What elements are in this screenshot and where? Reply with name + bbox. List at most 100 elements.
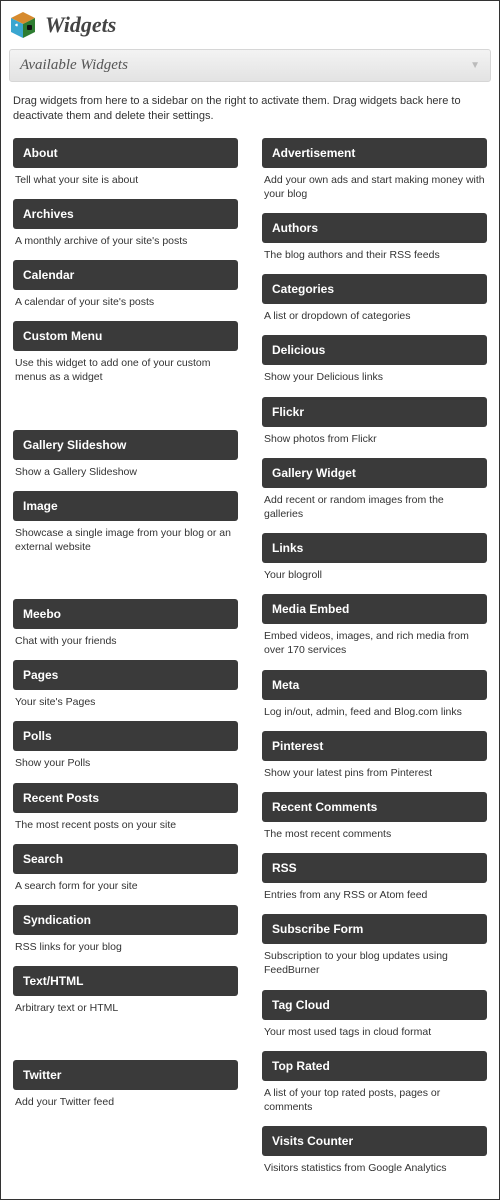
widgets-right-column: AdvertisementAdd your own ads and start … [262,138,487,1188]
widget-description: Chat with your friends [13,629,238,650]
widget-gallery-widget[interactable]: Gallery WidgetAdd recent or random image… [262,458,487,523]
widget-description: Show your Delicious links [262,365,487,386]
widget-title[interactable]: Visits Counter [262,1126,487,1156]
widget-title[interactable]: Twitter [13,1060,238,1090]
widget-calendar[interactable]: CalendarA calendar of your site's posts [13,260,238,311]
widget-description: Log in/out, admin, feed and Blog.com lin… [262,700,487,721]
widget-description: RSS links for your blog [13,935,238,956]
widget-text-html[interactable]: Text/HTMLArbitrary text or HTML [13,966,238,1017]
widgets-logo-icon [9,11,37,39]
widget-delicious[interactable]: DeliciousShow your Delicious links [262,335,487,386]
widget-title[interactable]: Calendar [13,260,238,290]
widget-flickr[interactable]: FlickrShow photos from Flickr [262,397,487,448]
widget-description: Show a Gallery Slideshow [13,460,238,481]
widget-title[interactable]: Pages [13,660,238,690]
widget-authors[interactable]: AuthorsThe blog authors and their RSS fe… [262,213,487,264]
widget-title[interactable]: Text/HTML [13,966,238,996]
page-frame: Widgets Available Widgets ▼ Drag widgets… [0,0,500,1200]
widget-description: A monthly archive of your site's posts [13,229,238,250]
widget-title[interactable]: Gallery Widget [262,458,487,488]
widget-title[interactable]: Recent Comments [262,792,487,822]
widget-recent-comments[interactable]: Recent CommentsThe most recent comments [262,792,487,843]
widget-rss[interactable]: RSSEntries from any RSS or Atom feed [262,853,487,904]
widget-tag-cloud[interactable]: Tag CloudYour most used tags in cloud fo… [262,990,487,1041]
widget-categories[interactable]: CategoriesA list or dropdown of categori… [262,274,487,325]
widget-about[interactable]: AboutTell what your site is about [13,138,238,189]
widget-description: Tell what your site is about [13,168,238,189]
widget-title[interactable]: Syndication [13,905,238,935]
widget-image[interactable]: ImageShowcase a single image from your b… [13,491,238,556]
widget-search[interactable]: SearchA search form for your site [13,844,238,895]
widget-gallery-slideshow[interactable]: Gallery SlideshowShow a Gallery Slidesho… [13,430,238,481]
widget-links[interactable]: LinksYour blogroll [262,533,487,584]
widget-title[interactable]: Polls [13,721,238,751]
widget-description: Visitors statistics from Google Analytic… [262,1156,487,1177]
page-header: Widgets [9,5,491,49]
widget-description: The most recent posts on your site [13,813,238,834]
widget-title[interactable]: Recent Posts [13,783,238,813]
widget-description: Entries from any RSS or Atom feed [262,883,487,904]
widget-description: Use this widget to add one of your custo… [13,351,238,386]
widget-description: The blog authors and their RSS feeds [262,243,487,264]
widget-title[interactable]: Meebo [13,599,238,629]
widget-description: A search form for your site [13,874,238,895]
widgets-grid: AboutTell what your site is about Archive… [9,138,491,1188]
widget-description: Your most used tags in cloud format [262,1020,487,1041]
widget-description: Showcase a single image from your blog o… [13,521,238,556]
widget-visits-counter[interactable]: Visits CounterVisitors statistics from G… [262,1126,487,1177]
available-widgets-header[interactable]: Available Widgets ▼ [9,49,491,82]
widget-syndication[interactable]: SyndicationRSS links for your blog [13,905,238,956]
widget-meebo[interactable]: MeeboChat with your friends [13,599,238,650]
widget-description: Embed videos, images, and rich media fro… [262,624,487,659]
widget-pages[interactable]: PagesYour site's Pages [13,660,238,711]
widget-title[interactable]: Media Embed [262,594,487,624]
widget-description: A calendar of your site's posts [13,290,238,311]
widget-recent-posts[interactable]: Recent PostsThe most recent posts on you… [13,783,238,834]
widget-title[interactable]: Pinterest [262,731,487,761]
widget-title[interactable]: Delicious [262,335,487,365]
widget-polls[interactable]: PollsShow your Polls [13,721,238,772]
widgets-left-column: AboutTell what your site is about Archive… [13,138,238,1188]
widget-description: Add your Twitter feed [13,1090,238,1111]
widget-title[interactable]: Flickr [262,397,487,427]
instructions-text: Drag widgets from here to a sidebar on t… [9,82,491,138]
widget-title[interactable]: Gallery Slideshow [13,430,238,460]
widget-title[interactable]: Authors [262,213,487,243]
widget-title[interactable]: Top Rated [262,1051,487,1081]
widget-title[interactable]: Search [13,844,238,874]
widget-meta[interactable]: MetaLog in/out, admin, feed and Blog.com… [262,670,487,721]
widget-pinterest[interactable]: PinterestShow your latest pins from Pint… [262,731,487,782]
widget-title[interactable]: Tag Cloud [262,990,487,1020]
widget-description: Arbitrary text or HTML [13,996,238,1017]
widget-description: Show photos from Flickr [262,427,487,448]
widget-description: A list or dropdown of categories [262,304,487,325]
widget-title[interactable]: About [13,138,238,168]
section-title: Available Widgets [20,57,128,74]
widget-description: Your blogroll [262,563,487,584]
widget-twitter[interactable]: TwitterAdd your Twitter feed [13,1060,238,1111]
widget-description: Your site's Pages [13,690,238,711]
widget-media-embed[interactable]: Media EmbedEmbed videos, images, and ric… [262,594,487,659]
widget-title[interactable]: Custom Menu [13,321,238,351]
widget-title[interactable]: Advertisement [262,138,487,168]
widget-title[interactable]: Meta [262,670,487,700]
chevron-down-icon: ▼ [470,60,480,71]
widget-subscribe-form[interactable]: Subscribe FormSubscription to your blog … [262,914,487,979]
widget-title[interactable]: Image [13,491,238,521]
widget-description: Show your latest pins from Pinterest [262,761,487,782]
widget-custom-menu[interactable]: Custom MenuUse this widget to add one of… [13,321,238,386]
widget-advertisement[interactable]: AdvertisementAdd your own ads and start … [262,138,487,203]
widget-top-rated[interactable]: Top RatedA list of your top rated posts,… [262,1051,487,1116]
widget-title[interactable]: RSS [262,853,487,883]
widget-description: A list of your top rated posts, pages or… [262,1081,487,1116]
widget-title[interactable]: Links [262,533,487,563]
page-title: Widgets [45,12,116,38]
widget-title[interactable]: Subscribe Form [262,914,487,944]
widget-archives[interactable]: ArchivesA monthly archive of your site's… [13,199,238,250]
widget-description: Add recent or random images from the gal… [262,488,487,523]
widget-description: Add your own ads and start making money … [262,168,487,203]
widget-description: Subscription to your blog updates using … [262,944,487,979]
widget-description: The most recent comments [262,822,487,843]
widget-title[interactable]: Archives [13,199,238,229]
widget-title[interactable]: Categories [262,274,487,304]
